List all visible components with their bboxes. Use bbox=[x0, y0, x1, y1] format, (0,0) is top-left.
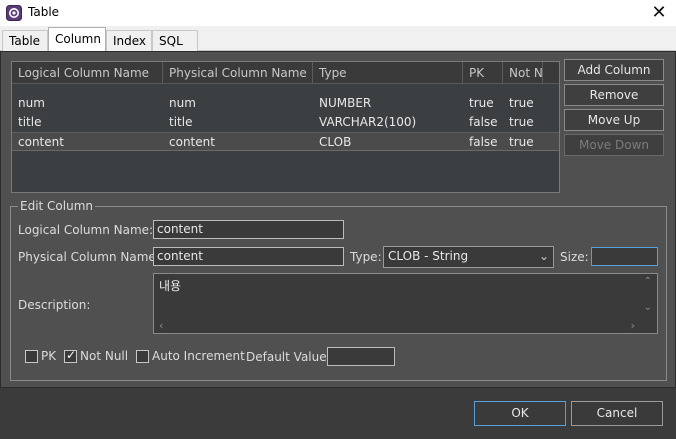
not-null-checkbox[interactable] bbox=[64, 348, 77, 363]
cell-not-null: true bbox=[509, 135, 534, 149]
physical-column-name-input[interactable]: content bbox=[153, 247, 344, 266]
window-title: Table bbox=[28, 5, 60, 19]
header-logical-column-name[interactable]: Logical Column Name bbox=[12, 62, 163, 84]
header-pk[interactable]: PK bbox=[463, 62, 503, 84]
type-label: Type: bbox=[350, 250, 382, 264]
cell-pk: false bbox=[469, 135, 498, 149]
default-value-label: Default Value: bbox=[246, 350, 331, 364]
columns-table[interactable]: Logical Column Name Physical Column Name… bbox=[11, 61, 560, 193]
size-input[interactable] bbox=[591, 247, 658, 266]
app-gear-icon bbox=[6, 5, 22, 21]
cell-physical-name: title bbox=[169, 115, 193, 129]
tab-table[interactable]: Table bbox=[2, 30, 48, 51]
cell-type: NUMBER bbox=[319, 96, 372, 110]
column-tab-panel: Logical Column Name Physical Column Name… bbox=[0, 51, 676, 388]
table-row[interactable]: num num NUMBER true true bbox=[12, 94, 559, 113]
size-label: Size: bbox=[560, 250, 589, 264]
logical-column-name-label: Logical Column Name: bbox=[18, 223, 154, 237]
chevron-down-icon: ⌄ bbox=[538, 249, 549, 263]
table-row-selected[interactable]: content content CLOB false true bbox=[12, 132, 559, 151]
cell-not-null: true bbox=[509, 96, 534, 110]
header-not-null[interactable]: Not N bbox=[503, 62, 543, 84]
tab-index[interactable]: Index bbox=[106, 30, 152, 51]
auto-increment-checkbox[interactable] bbox=[136, 350, 149, 363]
scroll-up-icon[interactable]: ⌃ bbox=[644, 276, 652, 287]
dialog-footer: OK Cancel bbox=[0, 388, 676, 439]
cancel-button[interactable]: Cancel bbox=[571, 401, 663, 426]
description-label: Description: bbox=[18, 298, 91, 312]
cell-type: CLOB bbox=[319, 135, 352, 149]
add-column-button[interactable]: Add Column bbox=[564, 59, 664, 81]
cell-pk: true bbox=[469, 96, 494, 110]
tab-bar: Table Column Index SQL bbox=[0, 26, 676, 52]
scroll-down-icon[interactable]: ⌄ bbox=[644, 302, 652, 313]
not-null-label: Not Null bbox=[80, 349, 129, 363]
scroll-left-icon[interactable]: ‹ bbox=[159, 319, 163, 332]
physical-column-name-label: Physical Column Name: bbox=[18, 250, 160, 264]
remove-column-button[interactable]: Remove Column bbox=[564, 84, 664, 122]
default-value-input[interactable] bbox=[327, 347, 395, 366]
tab-sql[interactable]: SQL bbox=[152, 30, 198, 51]
type-select-value: CLOB - String bbox=[388, 249, 469, 263]
cell-physical-name: content bbox=[169, 135, 215, 149]
header-physical-column-name[interactable]: Physical Column Name bbox=[163, 62, 313, 84]
cell-logical-name: content bbox=[18, 135, 64, 149]
move-up-button[interactable]: Move Up bbox=[564, 109, 664, 131]
type-select[interactable]: CLOB - String ⌄ bbox=[383, 246, 554, 268]
auto-increment-label: Auto Increment bbox=[152, 349, 245, 363]
title-bar: Table ✕ bbox=[0, 0, 676, 26]
cell-physical-name: num bbox=[169, 96, 196, 110]
columns-table-header: Logical Column Name Physical Column Name… bbox=[12, 62, 559, 84]
edit-column-title: Edit Column bbox=[18, 199, 96, 213]
cell-type: VARCHAR2(100) bbox=[319, 115, 417, 129]
logical-column-name-input[interactable]: content bbox=[153, 220, 344, 239]
description-textarea[interactable]: 내용 ⌃ ⌄ ‹ › bbox=[153, 273, 658, 334]
pk-label: PK bbox=[41, 349, 57, 363]
table-row[interactable]: title title VARCHAR2(100) false true bbox=[12, 113, 559, 132]
description-text: 내용 bbox=[159, 279, 182, 293]
header-type[interactable]: Type bbox=[313, 62, 463, 84]
scroll-right-icon[interactable]: › bbox=[631, 319, 635, 332]
pk-checkbox[interactable] bbox=[25, 350, 38, 363]
edit-column-group: Edit Column Logical Column Name: content… bbox=[10, 199, 667, 381]
cell-logical-name: num bbox=[18, 96, 45, 110]
close-icon: ✕ bbox=[651, 2, 667, 23]
close-button[interactable]: ✕ bbox=[648, 2, 670, 24]
cell-not-null: true bbox=[509, 115, 534, 129]
tab-column[interactable]: Column bbox=[48, 27, 106, 52]
move-down-button[interactable]: Move Down bbox=[564, 134, 664, 156]
cell-pk: false bbox=[469, 115, 498, 129]
cell-logical-name: title bbox=[18, 115, 42, 129]
ok-button[interactable]: OK bbox=[474, 401, 566, 426]
